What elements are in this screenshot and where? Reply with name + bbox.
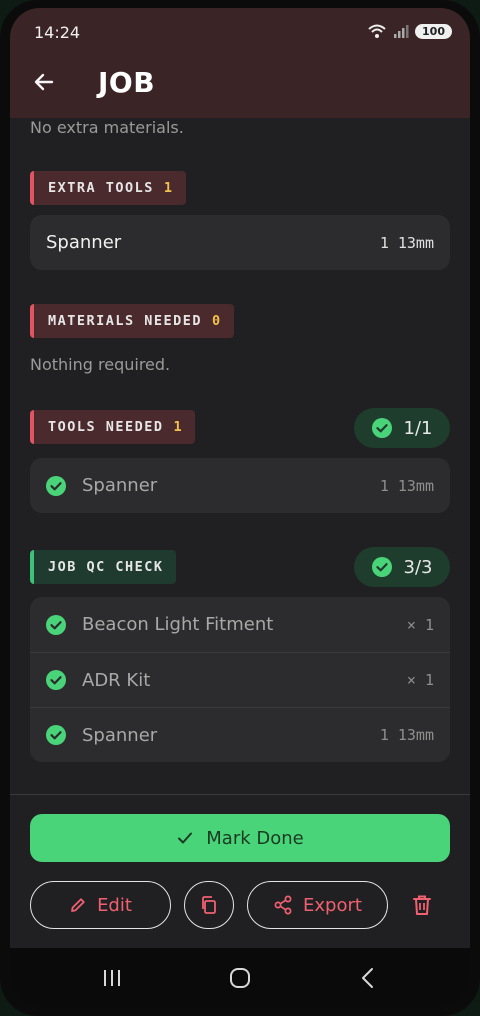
list-item[interactable]: Spanner 1 13mm bbox=[30, 458, 450, 513]
list-item[interactable]: Beacon Light Fitment × 1 bbox=[30, 597, 450, 652]
screen: 14:24 100 JOB No extra materials. EXTRA … bbox=[10, 8, 470, 1008]
item-name: Beacon Light Fitment bbox=[82, 614, 274, 635]
system-back-icon[interactable] bbox=[358, 967, 378, 989]
page-title: JOB bbox=[98, 66, 156, 99]
share-icon bbox=[274, 895, 292, 915]
tools-needed-label: TOOLS NEEDED bbox=[48, 419, 164, 435]
qc-progress-text: 3/3 bbox=[403, 556, 433, 578]
check-circle-icon bbox=[46, 670, 66, 690]
qc-progress-badge: 3/3 bbox=[354, 547, 450, 587]
check-circle-icon bbox=[371, 418, 392, 438]
materials-empty: Nothing required. bbox=[30, 355, 171, 374]
app-header: 14:24 100 JOB bbox=[10, 8, 470, 118]
footer-divider bbox=[10, 794, 470, 795]
tools-needed-count: 1 bbox=[173, 419, 184, 435]
status-time: 14:24 bbox=[34, 23, 81, 42]
qc-check-label: JOB QC CHECK bbox=[48, 559, 164, 575]
recent-apps-icon[interactable] bbox=[102, 968, 122, 988]
battery-icon: 100 bbox=[415, 23, 452, 39]
mark-done-button[interactable]: Mark Done bbox=[30, 814, 450, 862]
extra-tools-tag: EXTRA TOOLS 1 bbox=[30, 171, 186, 205]
edit-button[interactable]: Edit bbox=[30, 881, 171, 929]
edit-label: Edit bbox=[97, 894, 132, 916]
check-circle-icon bbox=[371, 557, 392, 577]
materials-needed-tag: MATERIALS NEEDED 0 bbox=[30, 304, 234, 338]
extra-tools-list: Spanner 1 13mm bbox=[30, 215, 450, 270]
item-qty: 1 13mm bbox=[379, 726, 434, 744]
list-item[interactable]: Spanner 1 13mm bbox=[30, 707, 450, 762]
job-content[interactable]: No extra materials. EXTRA TOOLS 1 Spanne… bbox=[10, 118, 470, 794]
system-nav-bar bbox=[10, 948, 470, 1008]
qc-check-list: Beacon Light Fitment × 1 ADR Kit × 1 Spa… bbox=[30, 597, 450, 762]
check-icon bbox=[178, 832, 193, 844]
status-icons: 100 bbox=[367, 23, 452, 39]
materials-needed-label: MATERIALS NEEDED bbox=[48, 313, 203, 329]
list-item[interactable]: Spanner 1 13mm bbox=[30, 215, 450, 270]
extra-tools-label: EXTRA TOOLS bbox=[48, 180, 154, 196]
tools-needed-tag: TOOLS NEEDED 1 bbox=[30, 410, 196, 444]
export-label: Export bbox=[303, 894, 362, 916]
item-qty: 1 13mm bbox=[379, 476, 434, 495]
item-qty: × 1 bbox=[406, 615, 434, 634]
check-circle-icon bbox=[46, 725, 66, 745]
tools-progress-badge: 1/1 bbox=[354, 408, 450, 448]
list-item[interactable]: ADR Kit × 1 bbox=[30, 652, 450, 707]
signal-icon bbox=[394, 25, 409, 38]
mark-done-label: Mark Done bbox=[206, 827, 304, 849]
phone-frame: 14:24 100 JOB No extra materials. EXTRA … bbox=[0, 0, 480, 1016]
copy-icon bbox=[202, 896, 216, 914]
check-circle-icon bbox=[46, 475, 66, 496]
item-qty: 1 13mm bbox=[379, 233, 434, 252]
item-name: Spanner bbox=[82, 475, 158, 496]
qc-check-tag: JOB QC CHECK bbox=[30, 550, 176, 584]
export-button[interactable]: Export bbox=[247, 881, 388, 929]
trash-icon[interactable] bbox=[410, 893, 434, 917]
item-qty: × 1 bbox=[406, 671, 434, 689]
extra-materials-empty: No extra materials. bbox=[30, 118, 184, 137]
back-arrow-icon[interactable] bbox=[32, 70, 56, 94]
pencil-icon bbox=[71, 898, 85, 912]
item-name: Spanner bbox=[82, 724, 158, 746]
extra-tools-count: 1 bbox=[163, 180, 174, 196]
home-icon[interactable] bbox=[229, 967, 251, 989]
copy-button[interactable] bbox=[184, 881, 234, 929]
wifi-icon bbox=[368, 24, 386, 38]
materials-needed-count: 0 bbox=[212, 313, 222, 329]
tools-needed-list: Spanner 1 13mm bbox=[30, 458, 450, 513]
tools-progress-text: 1/1 bbox=[403, 417, 433, 439]
item-name: ADR Kit bbox=[82, 669, 151, 691]
check-circle-icon bbox=[46, 614, 66, 635]
item-name: Spanner bbox=[46, 232, 122, 253]
